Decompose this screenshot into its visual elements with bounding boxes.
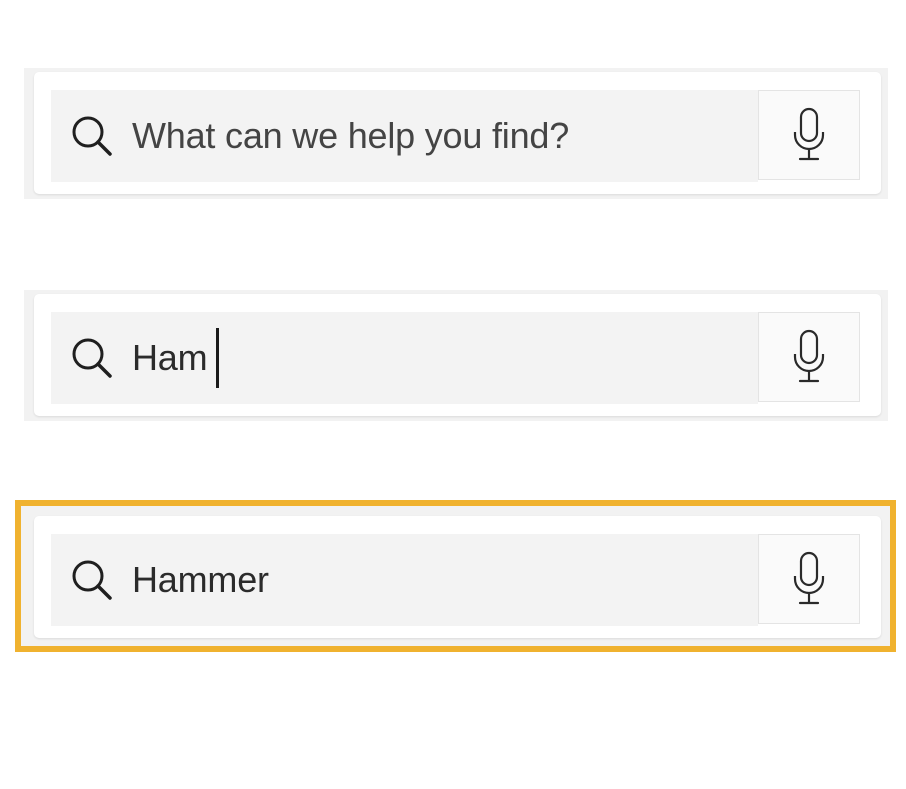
search-query-text: Hammer bbox=[132, 559, 269, 600]
search-input[interactable]: Ham bbox=[51, 312, 758, 404]
search-query-text: Ham bbox=[132, 337, 208, 378]
voice-search-button[interactable] bbox=[758, 534, 860, 624]
search-bar-completed-state: Hammer bbox=[15, 500, 896, 652]
search-bar-card: Ham bbox=[34, 294, 881, 416]
voice-search-button[interactable] bbox=[758, 312, 860, 402]
search-icon bbox=[72, 338, 112, 378]
text-caret bbox=[216, 328, 220, 388]
search-bar-empty-state: What can we help you find? bbox=[24, 68, 888, 199]
microphone-icon bbox=[793, 551, 825, 605]
search-placeholder: What can we help you find? bbox=[132, 115, 570, 156]
voice-search-button[interactable] bbox=[758, 90, 860, 180]
search-icon bbox=[72, 560, 112, 600]
search-bar-typing-state: Ham bbox=[24, 290, 888, 421]
microphone-icon bbox=[793, 329, 825, 383]
microphone-icon bbox=[793, 107, 825, 161]
search-bar-card: What can we help you find? bbox=[34, 72, 881, 194]
search-input[interactable]: Hammer bbox=[51, 534, 758, 626]
search-bar-states: What can we help you find? Ham Hammer bbox=[0, 0, 906, 789]
search-bar-card: Hammer bbox=[34, 516, 881, 638]
search-input[interactable]: What can we help you find? bbox=[51, 90, 758, 182]
search-icon bbox=[72, 116, 112, 156]
